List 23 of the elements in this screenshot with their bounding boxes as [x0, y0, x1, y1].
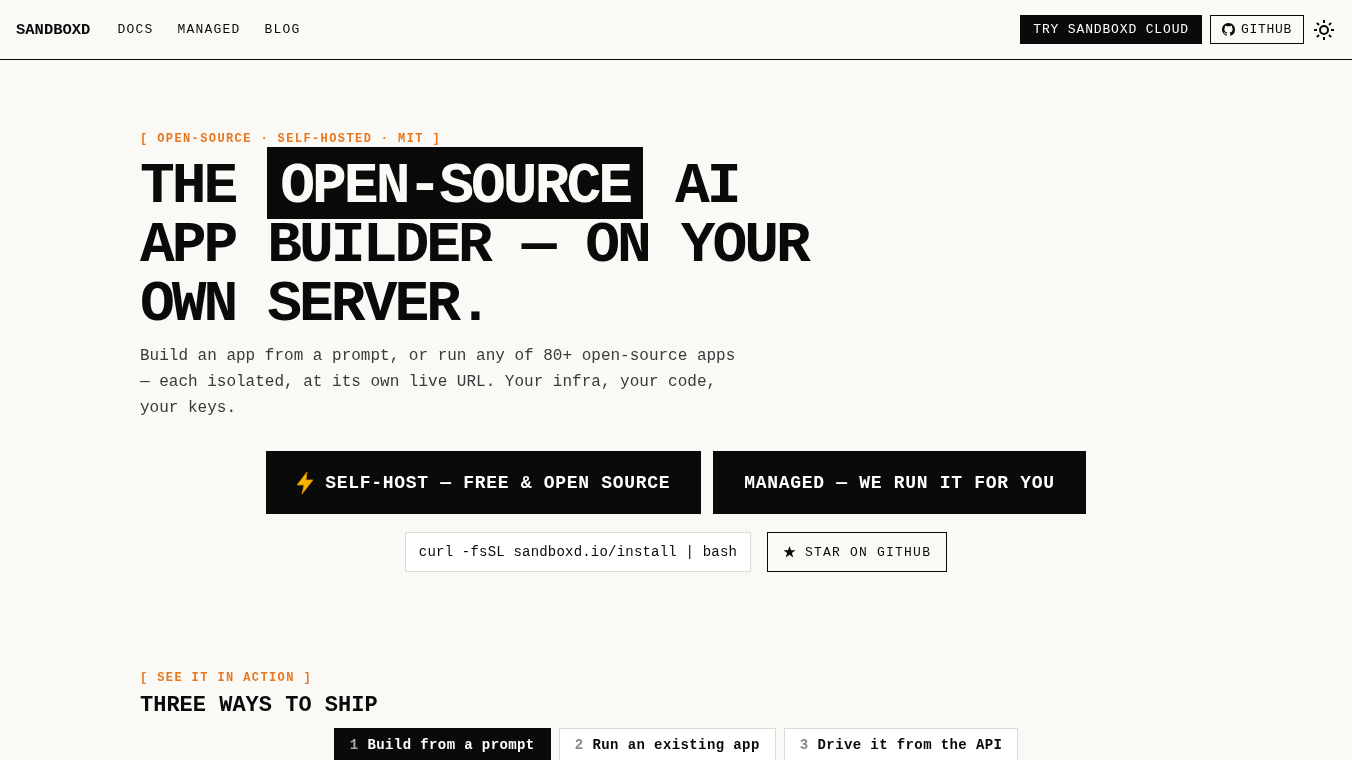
tab[interactable]: 2 Run an existing app: [558, 728, 776, 760]
nav-link[interactable]: DOCS: [117, 22, 154, 37]
star-icon: [783, 546, 797, 558]
theme-toggle-button[interactable]: [1312, 19, 1336, 40]
lightning-icon: [297, 471, 314, 494]
sun-icon: [1314, 19, 1334, 40]
hero-headline: THE OPEN-SOURCE AI APP BUILDER — ON YOUR OWN SERVER.: [140, 147, 840, 334]
eyebrow-label: [ OPEN-SOURCE · SELF-HOSTED · MIT ]: [140, 131, 443, 147]
eyebrow-label: [ SEE IT IN ACTION ]: [140, 670, 314, 686]
section-title: THREE WAYS TO SHIP: [140, 692, 379, 720]
tab[interactable]: 1 Build from a prompt: [333, 728, 551, 760]
tab[interactable]: 3 Drive it from the API: [783, 728, 1019, 760]
install-command: curl -fsSL sandboxd.io/install | bash: [404, 532, 752, 572]
cta-button[interactable]: MANAGED — WE RUN IT FOR YOU: [713, 451, 1086, 514]
logo[interactable]: SANDBOXD: [16, 20, 91, 39]
github-icon: [1222, 23, 1235, 36]
cloud-button[interactable]: TRY SANDBOXD CLOUD: [1020, 15, 1202, 44]
nav-link[interactable]: MANAGED: [177, 22, 241, 37]
cta-button[interactable]: SELF-HOST — FREE & OPEN SOURCE: [266, 451, 702, 514]
github-button[interactable]: GITHUB: [1210, 15, 1304, 44]
hero-description: Build an app from a prompt, or run any of 80+ open-source apps — each isolated, at its own live URL. Your infra, your code, your keys.: [140, 346, 737, 419]
nav-link[interactable]: BLOG: [264, 22, 301, 37]
star-button[interactable]: STAR ON GITHUB: [767, 532, 948, 572]
